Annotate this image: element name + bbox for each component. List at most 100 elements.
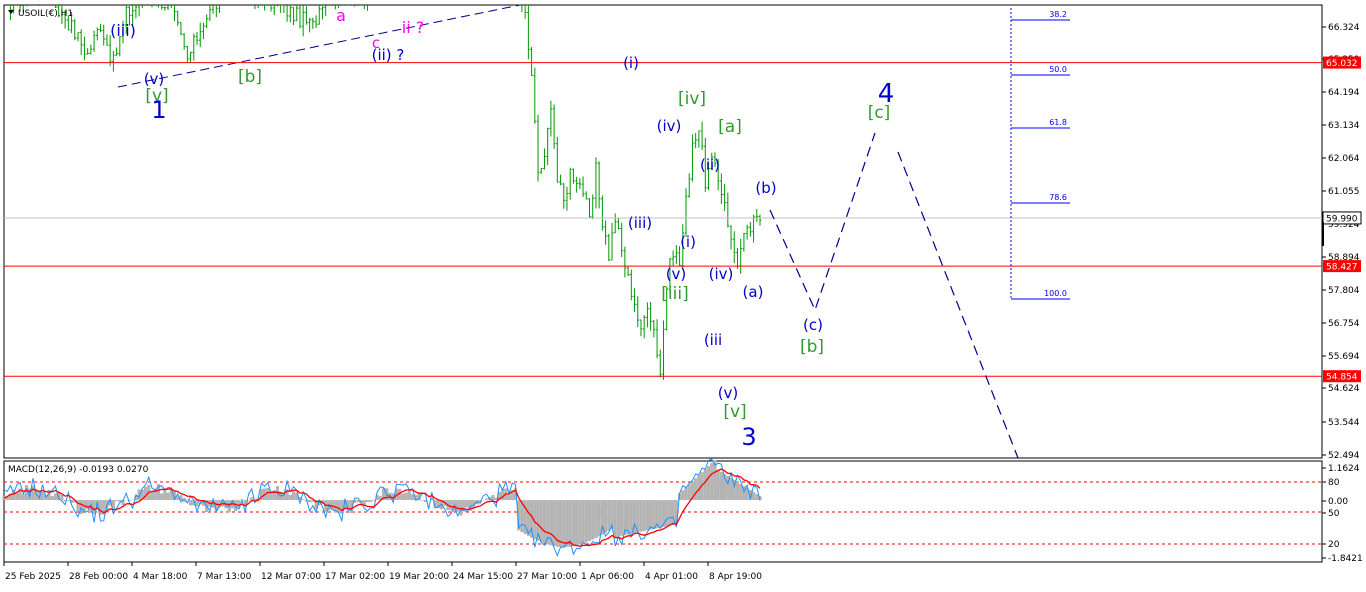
time-tick-label: 17 Mar 02:00 <box>325 572 385 582</box>
time-tick-label: 28 Feb 00:00 <box>69 572 128 582</box>
wave-label: (a) <box>743 283 764 301</box>
macd-hist-bar <box>405 492 408 500</box>
macd-hist-bar <box>598 500 601 536</box>
wave-label: 3 <box>741 423 756 451</box>
macd-hist-bar <box>578 500 581 545</box>
wave-label: [a] <box>718 117 742 137</box>
macd-hist-bar <box>289 495 292 500</box>
fib-level-label: 38.2 <box>1049 10 1067 19</box>
price-tick-label: 55.694 <box>1328 352 1360 362</box>
wave-label: [b] <box>238 67 262 87</box>
macd-hist-bar <box>166 493 169 500</box>
macd-hist-bar <box>630 500 633 534</box>
macd-hist-bar <box>31 486 34 500</box>
macd-hist-bar <box>617 500 620 536</box>
wave-label: (b) <box>755 179 776 197</box>
wave-label: (v) <box>718 384 739 402</box>
macd-hist-bar <box>649 500 652 530</box>
wave-label: (v) <box>666 265 687 283</box>
macd-hist-bar <box>614 500 617 537</box>
macd-hist-bar <box>575 500 578 546</box>
macd-hist-bar <box>636 500 639 532</box>
macd-hist-bar <box>646 500 649 530</box>
macd-hist-bar <box>150 492 153 500</box>
macd-hist-bar <box>60 495 63 500</box>
macd-hist-bar <box>485 499 488 500</box>
macd-hist-bar <box>366 500 369 502</box>
wave-label: a <box>336 6 346 25</box>
macd-hist-bar <box>466 500 469 507</box>
time-tick-label: 7 Mar 13:00 <box>197 572 252 582</box>
macd-hist-bar <box>559 500 562 547</box>
macd-hist-bar <box>694 478 697 500</box>
macd-hist-bar <box>459 500 462 515</box>
macd-hist-bar <box>456 500 459 511</box>
macd-hist-bar <box>189 500 192 505</box>
macd-hist-bar <box>160 493 163 500</box>
price-tick-label: 57.804 <box>1328 286 1360 296</box>
macd-tick-label: -1.8421 <box>1328 554 1363 564</box>
macd-hist-bar <box>507 495 510 500</box>
time-tick-label: 4 Apr 01:00 <box>645 572 698 582</box>
wave-label: (i) <box>623 54 639 72</box>
macd-hist-bar <box>713 460 716 500</box>
macd-hist-bar <box>51 496 54 500</box>
wave-label: [c] <box>868 103 891 123</box>
wave-label: (ii) ? <box>372 46 405 64</box>
macd-hist-bar <box>588 500 591 541</box>
wave-label: 1 <box>151 96 166 124</box>
macd-hist-bar <box>569 500 572 547</box>
macd-tick-label: 1.1624 <box>1328 464 1360 474</box>
macd-hist-bar <box>581 500 584 544</box>
macd-hist-bar <box>144 487 147 500</box>
macd-hist-bar <box>302 499 305 500</box>
price-tick-label: 54.624 <box>1328 384 1360 394</box>
macd-hist-bar <box>195 500 198 506</box>
macd-hist-bar <box>411 494 414 500</box>
macd-hist-bar <box>115 500 118 501</box>
time-tick-label: 8 Apr 19:00 <box>709 572 762 582</box>
price-tick-label: 53.544 <box>1328 418 1360 428</box>
macd-hist-bar <box>659 500 662 528</box>
price-tag-label: 54.854 <box>1326 373 1358 383</box>
macd-hist-bar <box>607 500 610 531</box>
macd-hist-bar <box>22 494 25 500</box>
macd-hist-bar <box>401 494 404 501</box>
wave-label: (iv) <box>657 117 682 135</box>
chart-svg[interactable]: 38.250.061.878.6100.0(iii)(v)[v]1[b]acii… <box>0 0 1366 588</box>
wave-label: (iii) <box>628 214 652 232</box>
wave-label: [iv] <box>678 89 706 109</box>
macd-hist-bar <box>704 469 707 500</box>
macd-hist-bar <box>250 497 253 500</box>
macd-hist-bar <box>15 493 18 500</box>
wave-label: (c) <box>803 316 823 334</box>
wave-label: [v] <box>723 402 746 422</box>
macd-hist-bar <box>572 500 575 546</box>
price-tick-label: 56.754 <box>1328 319 1360 329</box>
macd-hist-bar <box>627 500 630 534</box>
macd-hist-bar <box>668 500 671 526</box>
macd-hist-bar <box>681 490 684 500</box>
macd-hist-bar <box>553 500 556 546</box>
time-tick-label: 24 Mar 15:00 <box>453 572 513 582</box>
time-tick-label: 4 Mar 18:00 <box>133 572 188 582</box>
macd-hist-bar <box>604 500 607 533</box>
macd-hist-bar <box>594 500 597 538</box>
time-tick-label: 25 Feb 2025 <box>5 572 61 582</box>
price-tag-label: 59.990 <box>1326 214 1358 224</box>
price-tag-label: 58.427 <box>1326 263 1358 273</box>
macd-tick-label: 80 <box>1328 478 1340 488</box>
price-tag-label: 65.032 <box>1326 59 1358 69</box>
macd-hist-bar <box>543 500 546 543</box>
time-tick-label: 27 Mar 10:00 <box>517 572 577 582</box>
macd-tick-label: 0.00 <box>1328 497 1348 507</box>
indicator-label: MACD(12,26,9) -0.0193 0.0270 <box>8 465 149 475</box>
current-price-marker <box>1322 222 1324 246</box>
price-tick-label: 63.134 <box>1328 121 1360 131</box>
macd-hist-bar <box>337 500 340 513</box>
chart-window[interactable]: 38.250.061.878.6100.0(iii)(v)[v]1[b]acii… <box>0 0 1366 588</box>
macd-hist-bar <box>369 500 372 502</box>
fib-level-label: 100.0 <box>1044 289 1067 298</box>
price-tick-label: 66.324 <box>1328 23 1360 33</box>
macd-hist-bar <box>585 500 588 542</box>
